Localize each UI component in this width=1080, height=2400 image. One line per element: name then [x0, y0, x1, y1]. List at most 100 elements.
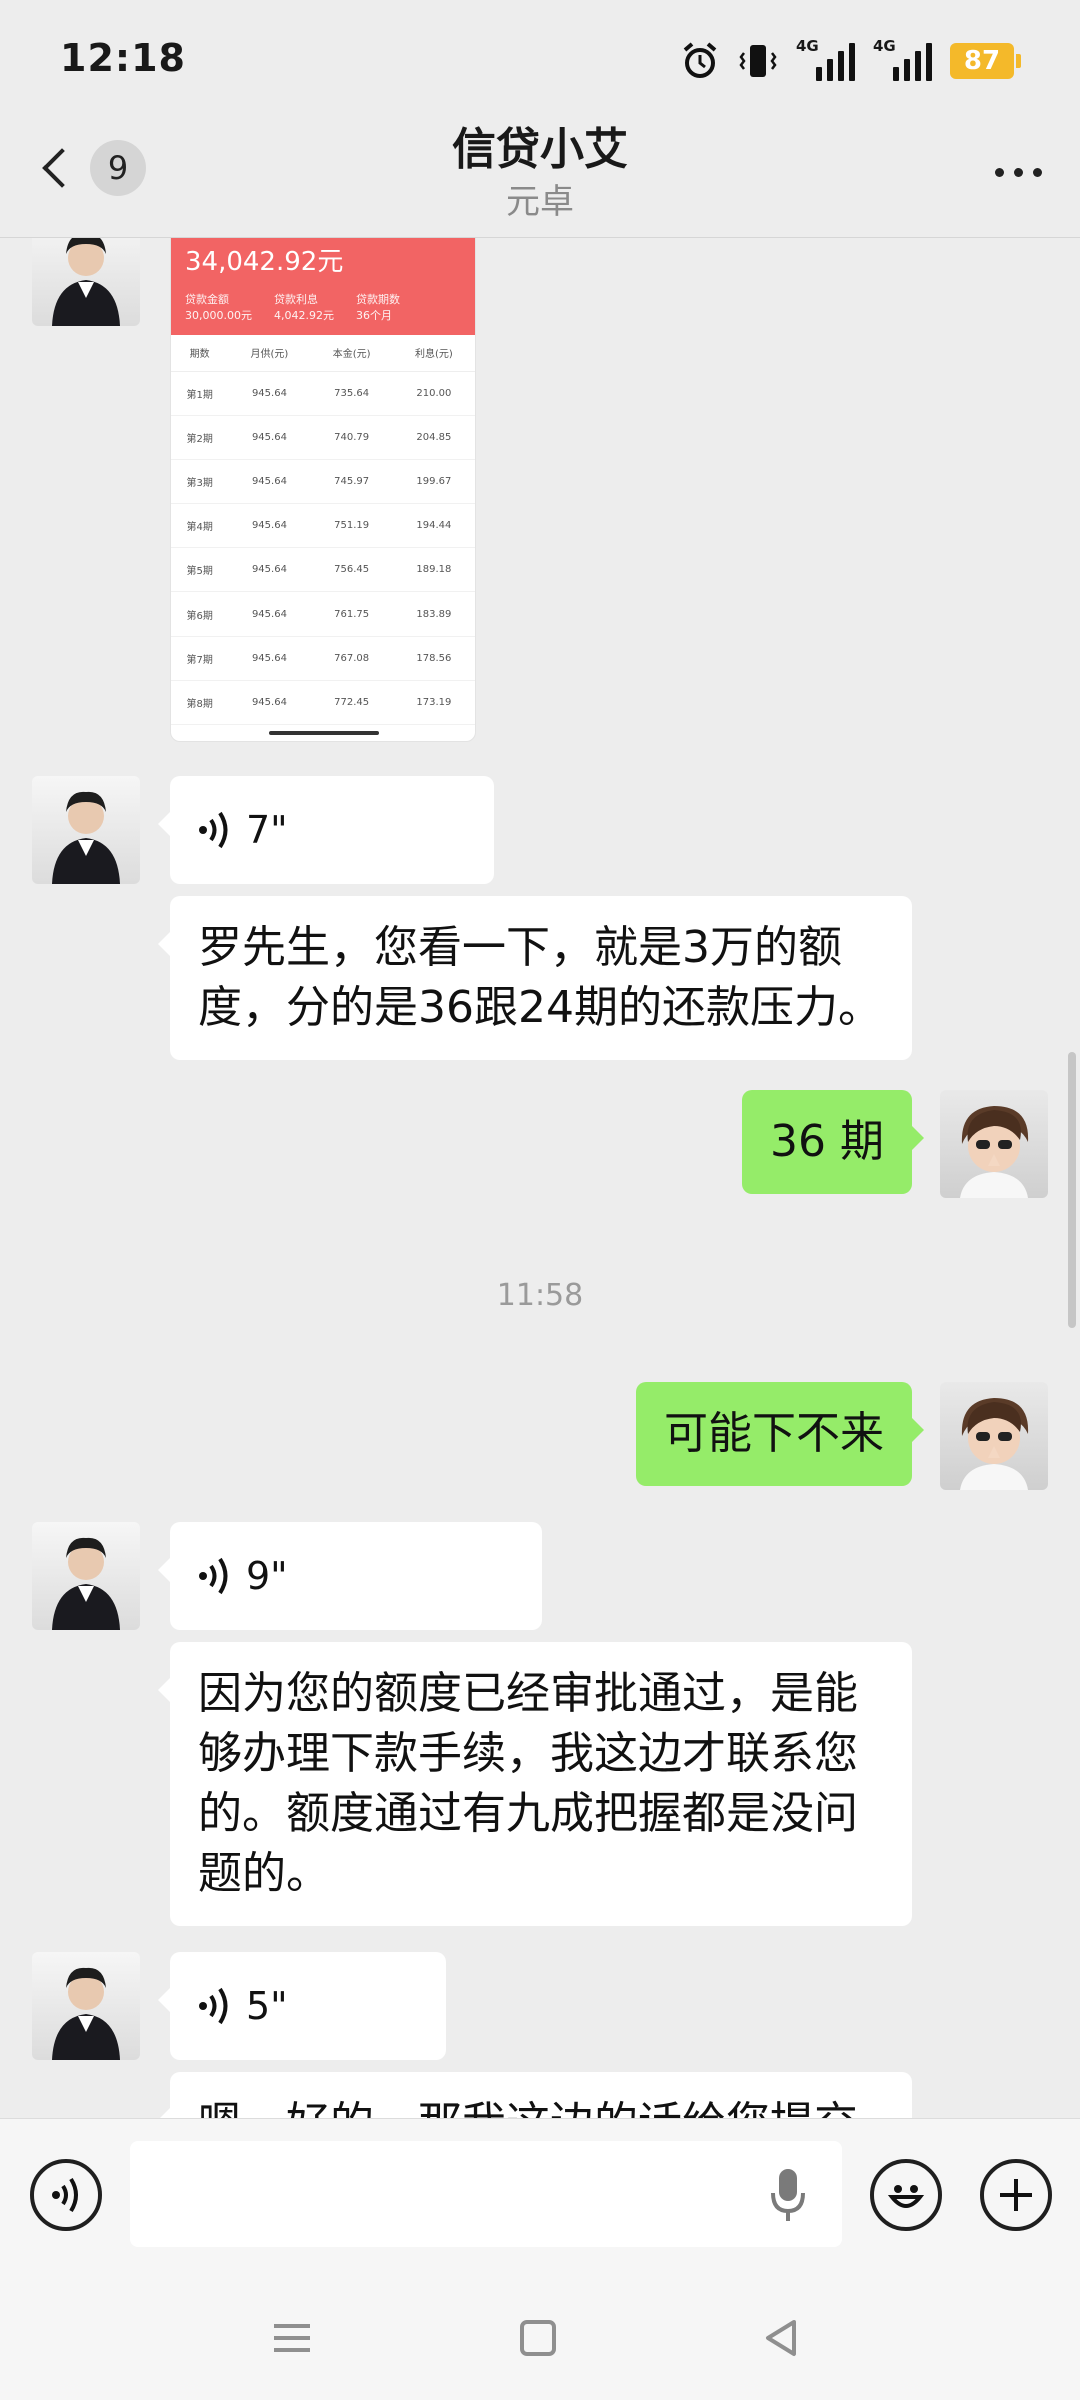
user-avatar[interactable]: [940, 1382, 1048, 1490]
chat-header: 信贷小艾 元卓 9: [0, 120, 1080, 238]
table-row: 第2期 945.64 740.79 204.85: [171, 415, 475, 460]
table-header: 月供(元): [228, 335, 311, 372]
microphone-icon[interactable]: [770, 2167, 806, 2223]
back-button[interactable]: 9: [36, 140, 146, 196]
table-cell: 945.64: [228, 591, 311, 637]
table-cell: 745.97: [310, 459, 393, 505]
alarm-icon: [683, 42, 717, 78]
table-header: 期数: [171, 335, 229, 372]
loan-meta: 贷款金额 30,000.00元 贷款利息 4,042.92元 贷款期数 36个月: [185, 292, 461, 324]
network-type-label: 4G: [796, 37, 819, 55]
signal-icon: 4G: [796, 37, 855, 81]
table-cell: 945.64: [228, 415, 311, 460]
message-input[interactable]: [130, 2141, 842, 2247]
table-row: 第7期 945.64 767.08 178.56: [171, 636, 475, 681]
table-cell: 761.75: [310, 591, 393, 637]
agent-text-message[interactable]: 罗先生，您看一下，就是3万的额度，分的是36跟24期的还款压力。: [158, 896, 912, 1060]
agent-avatar[interactable]: [32, 238, 140, 326]
image-home-indicator: [269, 731, 379, 735]
table-header: 利息(元): [392, 335, 475, 372]
table-cell: 194.44: [392, 503, 475, 549]
voice-input-toggle-button[interactable]: [30, 2159, 102, 2231]
table-cell: 183.89: [392, 591, 475, 637]
voice-duration: 7": [246, 808, 288, 852]
smiley-icon: [887, 2185, 925, 2208]
table-row: 第1期 945.64 735.64 210.00: [171, 371, 475, 416]
table-cell: 756.45: [310, 547, 393, 593]
table-row: 第5期 945.64 756.45 189.18: [171, 547, 475, 593]
repayment-table: 期数 月供(元) 本金(元) 利息(元) 第1期 945.64 735.64 210.…: [171, 335, 475, 726]
chat-area[interactable]: 34,042.92元 贷款金额 30,000.00元 贷款利息 4,042.92元 …: [0, 238, 1080, 2118]
voice-duration: 9": [246, 1554, 288, 1598]
agent-text-message[interactable]: 因为您的额度已经审批通过，是能够办理下款手续，我这边才联系您的。额度通过有九成把…: [158, 1642, 912, 1926]
ellipsis-icon: [995, 168, 1004, 177]
input-bar: [0, 2118, 1080, 2270]
meta-value: 4,042.92元: [273, 309, 334, 322]
table-cell: 210.00: [392, 371, 475, 416]
table-cell: 199.67: [392, 459, 475, 505]
system-nav-bar: [0, 2270, 1080, 2400]
table-row: 第3期 945.64 745.97 199.67: [171, 459, 475, 505]
table-cell: 740.79: [310, 415, 393, 460]
menu-icon[interactable]: [262, 2308, 322, 2368]
table-cell: 751.19: [310, 503, 393, 549]
table-cell: 204.85: [392, 415, 475, 460]
add-attachment-button[interactable]: [980, 2159, 1052, 2231]
table-cell: 945.64: [228, 459, 311, 505]
agent-avatar[interactable]: [32, 776, 140, 884]
voice-wave-icon: [199, 811, 228, 849]
table-cell: 945.64: [228, 547, 311, 593]
table-cell: 945.64: [228, 503, 311, 549]
status-icons: 4G 4G 87: [680, 37, 1021, 84]
table-header-row: 期数 月供(元) 本金(元) 利息(元): [171, 335, 475, 372]
voice-duration: 5": [246, 1984, 288, 2028]
loan-total: 34,042.92元: [185, 247, 344, 277]
agent-avatar[interactable]: [32, 1522, 140, 1630]
table-cell: 第2期: [171, 415, 229, 460]
table-cell: 735.64: [310, 371, 393, 416]
chat-scrollbar[interactable]: [1068, 1052, 1076, 1328]
table-cell: 945.64: [228, 680, 311, 726]
voice-message[interactable]: 5": [158, 1952, 446, 2060]
meta-value: 36个月: [355, 309, 392, 322]
table-cell: 945.64: [228, 636, 311, 681]
table-row: 第4期 945.64 751.19 194.44: [171, 503, 475, 549]
voice-wave-icon: [52, 2177, 78, 2213]
vibrate-icon: [739, 45, 777, 77]
table-cell: 第6期: [171, 591, 229, 637]
table-cell: 第7期: [171, 636, 229, 681]
table-header: 本金(元): [310, 335, 393, 372]
table-row: 第8期 945.64 772.45 173.19: [171, 680, 475, 726]
voice-wave-icon: [199, 1987, 228, 2025]
meta-label: 贷款利息: [273, 293, 318, 306]
unread-count-badge: 9: [90, 140, 146, 196]
table-cell: 第8期: [171, 680, 229, 726]
user-avatar[interactable]: [940, 1090, 1048, 1198]
table-cell: 第4期: [171, 503, 229, 549]
user-text-message[interactable]: 可能下不来: [636, 1382, 924, 1486]
meta-label: 贷款期数: [355, 293, 400, 306]
status-time: 12:18: [60, 36, 186, 80]
table-cell: 772.45: [310, 680, 393, 726]
more-options-button[interactable]: [995, 168, 1042, 177]
back-triangle-icon[interactable]: [752, 2308, 812, 2368]
chat-subtitle: 元卓: [506, 182, 574, 222]
chevron-left-icon: [42, 148, 82, 188]
meta-value: 30,000.00元: [185, 309, 252, 322]
voice-message[interactable]: 7": [158, 776, 494, 884]
emoji-button[interactable]: [870, 2159, 942, 2231]
user-text-message[interactable]: 36 期: [742, 1090, 924, 1194]
status-bar: 12:18 4G 4G 87: [0, 0, 1080, 120]
agent-text-message[interactable]: 嗯，好的，那我这边的话给您提交: [158, 2072, 912, 2118]
loan-schedule-image[interactable]: 34,042.92元 贷款金额 30,000.00元 贷款利息 4,042.92元 …: [170, 238, 476, 742]
table-cell: 第3期: [171, 459, 229, 505]
meta-label: 贷款金额: [185, 293, 229, 306]
home-square-icon[interactable]: [508, 2308, 568, 2368]
table-row: 第6期 945.64 761.75 183.89: [171, 591, 475, 637]
network-type-label-2: 4G: [873, 37, 896, 55]
voice-message[interactable]: 9": [158, 1522, 542, 1630]
table-cell: 178.56: [392, 636, 475, 681]
agent-avatar[interactable]: [32, 1952, 140, 2060]
table-cell: 945.64: [228, 371, 311, 416]
table-cell: 173.19: [392, 680, 475, 726]
